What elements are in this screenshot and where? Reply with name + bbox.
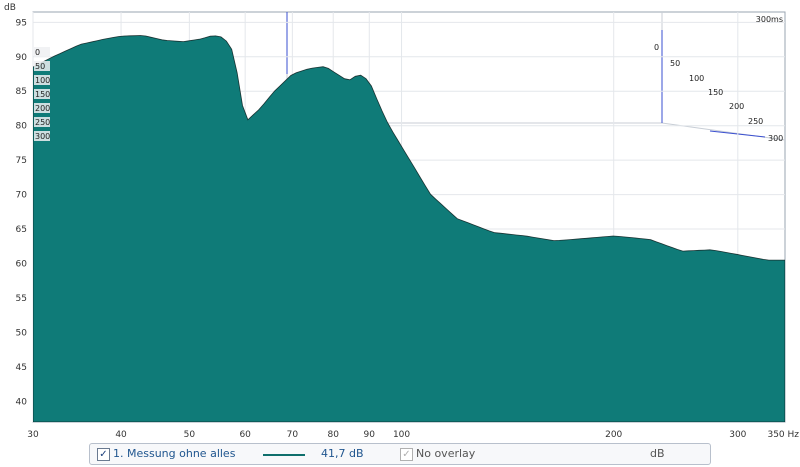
time-tick-label-right: 150	[708, 88, 723, 97]
x-tick-label: 100	[393, 430, 410, 440]
y-axis-unit: dB	[4, 3, 16, 13]
x-tick-label-end: 350 Hz	[767, 430, 799, 440]
y-tick-label: 65	[16, 225, 27, 235]
series-visibility-checkbox[interactable]: ✓	[97, 448, 110, 461]
time-tick-label-left: 100	[35, 76, 50, 85]
y-tick-label: 60	[16, 260, 28, 270]
time-tick-label-right: 0	[654, 43, 659, 52]
time-label-top: 300ms	[756, 15, 783, 24]
x-tick-label: 70	[287, 430, 299, 440]
y-tick-label: 40	[16, 397, 28, 407]
x-tick-label: 90	[364, 430, 376, 440]
y-tick-label: 80	[16, 122, 28, 132]
x-tick-label: 30	[27, 430, 39, 440]
y-tick-label: 75	[16, 156, 27, 166]
series-value: 41,7 dB	[321, 447, 364, 460]
y-tick-label: 45	[16, 363, 27, 373]
waterfall-chart: dB 40 45 50 55 60 65 70 75 80 85 90 95 30 40 50 60 70 80 90…	[4, 3, 799, 440]
y-tick-label: 55	[16, 294, 27, 304]
time-tick-label-right: 250	[748, 117, 763, 126]
time-tick-label-right: 100	[689, 74, 704, 83]
legend-bar: ✓ 1. Messung ohne alles 41,7 dB ✓ No ove…	[89, 443, 711, 465]
x-tick-label: 60	[239, 430, 251, 440]
time-tick-label-left: 50	[35, 62, 45, 71]
time-tick-label-left: 250	[35, 118, 50, 127]
time-tick-label-left: 300	[35, 132, 50, 141]
overlay-unit: dB	[650, 447, 665, 460]
x-tick-label: 80	[328, 430, 340, 440]
time-tick-label-left: 200	[35, 104, 50, 113]
y-tick-label: 95	[16, 18, 27, 28]
overlay-label[interactable]: No overlay	[416, 447, 475, 460]
x-tick-label: 300	[729, 430, 746, 440]
x-tick-label: 40	[115, 430, 127, 440]
y-tick-label: 85	[16, 87, 27, 97]
y-tick-label: 90	[16, 53, 28, 63]
series-label[interactable]: 1. Messung ohne alles	[113, 447, 235, 460]
time-tick-label-right: 200	[729, 102, 744, 111]
time-tick-label-left: 0	[35, 48, 40, 57]
series-line-swatch	[263, 454, 305, 456]
overlay-checkbox[interactable]: ✓	[400, 448, 413, 461]
time-tick-label-left: 150	[35, 90, 50, 99]
time-tick-label-right: 50	[670, 59, 680, 68]
time-tick-label-right: 300	[768, 134, 783, 143]
x-tick-label: 200	[605, 430, 622, 440]
y-tick-label: 50	[16, 328, 28, 338]
x-tick-label: 50	[184, 430, 196, 440]
y-tick-label: 70	[16, 191, 28, 201]
